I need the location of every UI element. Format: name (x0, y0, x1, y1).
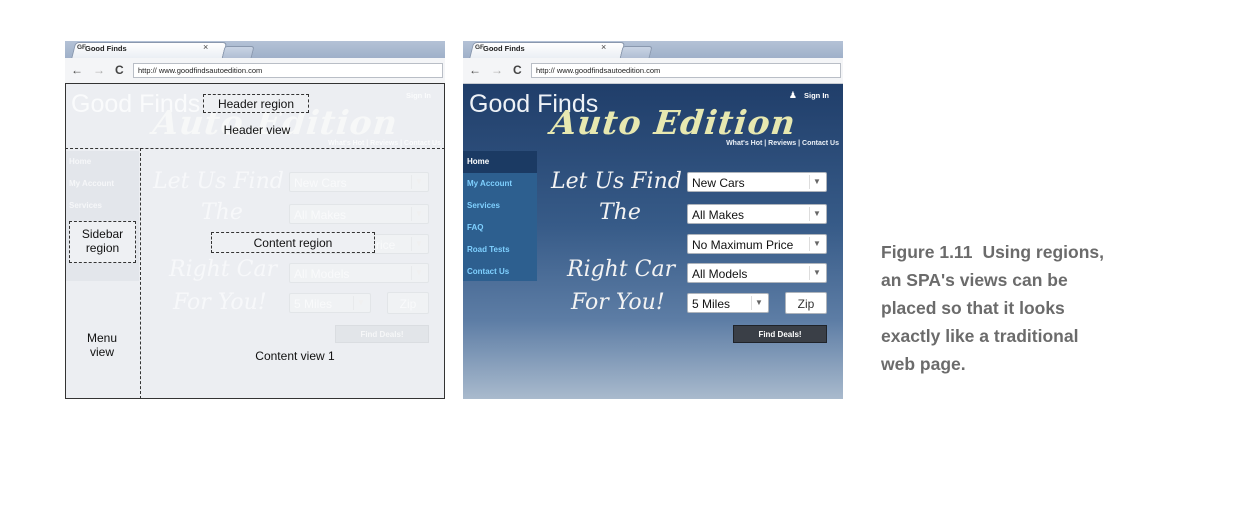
sign-in-link[interactable]: Sign In (804, 91, 829, 100)
dropdown-arrow-icon: ▼ (751, 296, 766, 310)
window-border (65, 83, 445, 399)
side-menu: Home My Account Services FAQ Road Tests … (463, 151, 537, 281)
tagline-line-3: Right Car (567, 257, 676, 282)
menu-item-services[interactable]: Services (463, 195, 537, 217)
select-value: New Cars (692, 176, 745, 190)
zip-input[interactable]: Zip (785, 292, 827, 314)
car-type-select[interactable]: New Cars ▼ (687, 172, 827, 192)
close-tab-icon[interactable]: × (601, 43, 606, 52)
tagline-line-1: Let Us Find (551, 169, 682, 194)
price-select[interactable]: No Maximum Price ▼ (687, 234, 827, 254)
reload-icon[interactable]: C (513, 63, 522, 77)
menu-item-road-tests[interactable]: Road Tests (463, 239, 537, 261)
find-deals-button[interactable]: Find Deals! (733, 325, 827, 343)
select-value: No Maximum Price (692, 238, 794, 252)
site-logo-auto: Auto Edition (548, 103, 798, 142)
dropdown-arrow-icon: ▼ (809, 266, 824, 280)
user-icon: ♟ (788, 90, 797, 100)
site-page: Good Finds Auto Edition ♟ Sign In What's… (463, 84, 843, 399)
tab-title: Good Finds (483, 44, 525, 53)
reload-icon[interactable]: C (115, 63, 124, 77)
menu-item-home[interactable]: Home (463, 151, 537, 173)
select-value: All Models (692, 267, 748, 281)
figure-number: Figure 1.11 (881, 242, 973, 262)
tagline-line-4: For You! (571, 290, 665, 315)
tab-strip: GF Good Finds × (65, 41, 445, 59)
browser-toolbar: ← → C http:// www.goodfindsautoedition.c… (65, 58, 445, 84)
forward-arrow-icon[interactable]: → (491, 63, 503, 77)
tab-strip: GF Good Finds × (463, 41, 843, 59)
dropdown-arrow-icon: ▼ (809, 207, 824, 221)
tab-title: Good Finds (85, 44, 127, 53)
select-value: 5 Miles (692, 297, 731, 311)
tagline-line-2: The (599, 200, 641, 225)
figure-caption: Figure 1.11 Using regions, an SPA's views… (881, 238, 1111, 378)
address-bar[interactable]: http:// www.goodfindsautoedition.com (133, 63, 443, 78)
annotated-browser-window: GF Good Finds × ← → C http:// www.goodfi… (65, 41, 445, 399)
menu-item-my-account[interactable]: My Account (463, 173, 537, 195)
back-arrow-icon[interactable]: ← (469, 63, 481, 77)
menu-item-contact-us[interactable]: Contact Us (463, 261, 537, 283)
select-value: All Makes (692, 208, 745, 222)
forward-arrow-icon[interactable]: → (93, 63, 105, 77)
address-bar[interactable]: http:// www.goodfindsautoedition.com (531, 63, 841, 78)
menu-item-faq[interactable]: FAQ (463, 217, 537, 239)
close-tab-icon[interactable]: × (203, 43, 208, 52)
browser-toolbar: ← → C http:// www.goodfindsautoedition.c… (463, 58, 843, 84)
header-links[interactable]: What's Hot | Reviews | Contact Us (726, 140, 839, 147)
distance-select[interactable]: 5 Miles ▼ (687, 293, 769, 313)
dropdown-arrow-icon: ▼ (809, 175, 824, 189)
make-select[interactable]: All Makes ▼ (687, 204, 827, 224)
back-arrow-icon[interactable]: ← (71, 63, 83, 77)
full-browser-window: GF Good Finds × ← → C http:// www.goodfi… (463, 41, 843, 399)
model-select[interactable]: All Models ▼ (687, 263, 827, 283)
dropdown-arrow-icon: ▼ (809, 237, 824, 251)
